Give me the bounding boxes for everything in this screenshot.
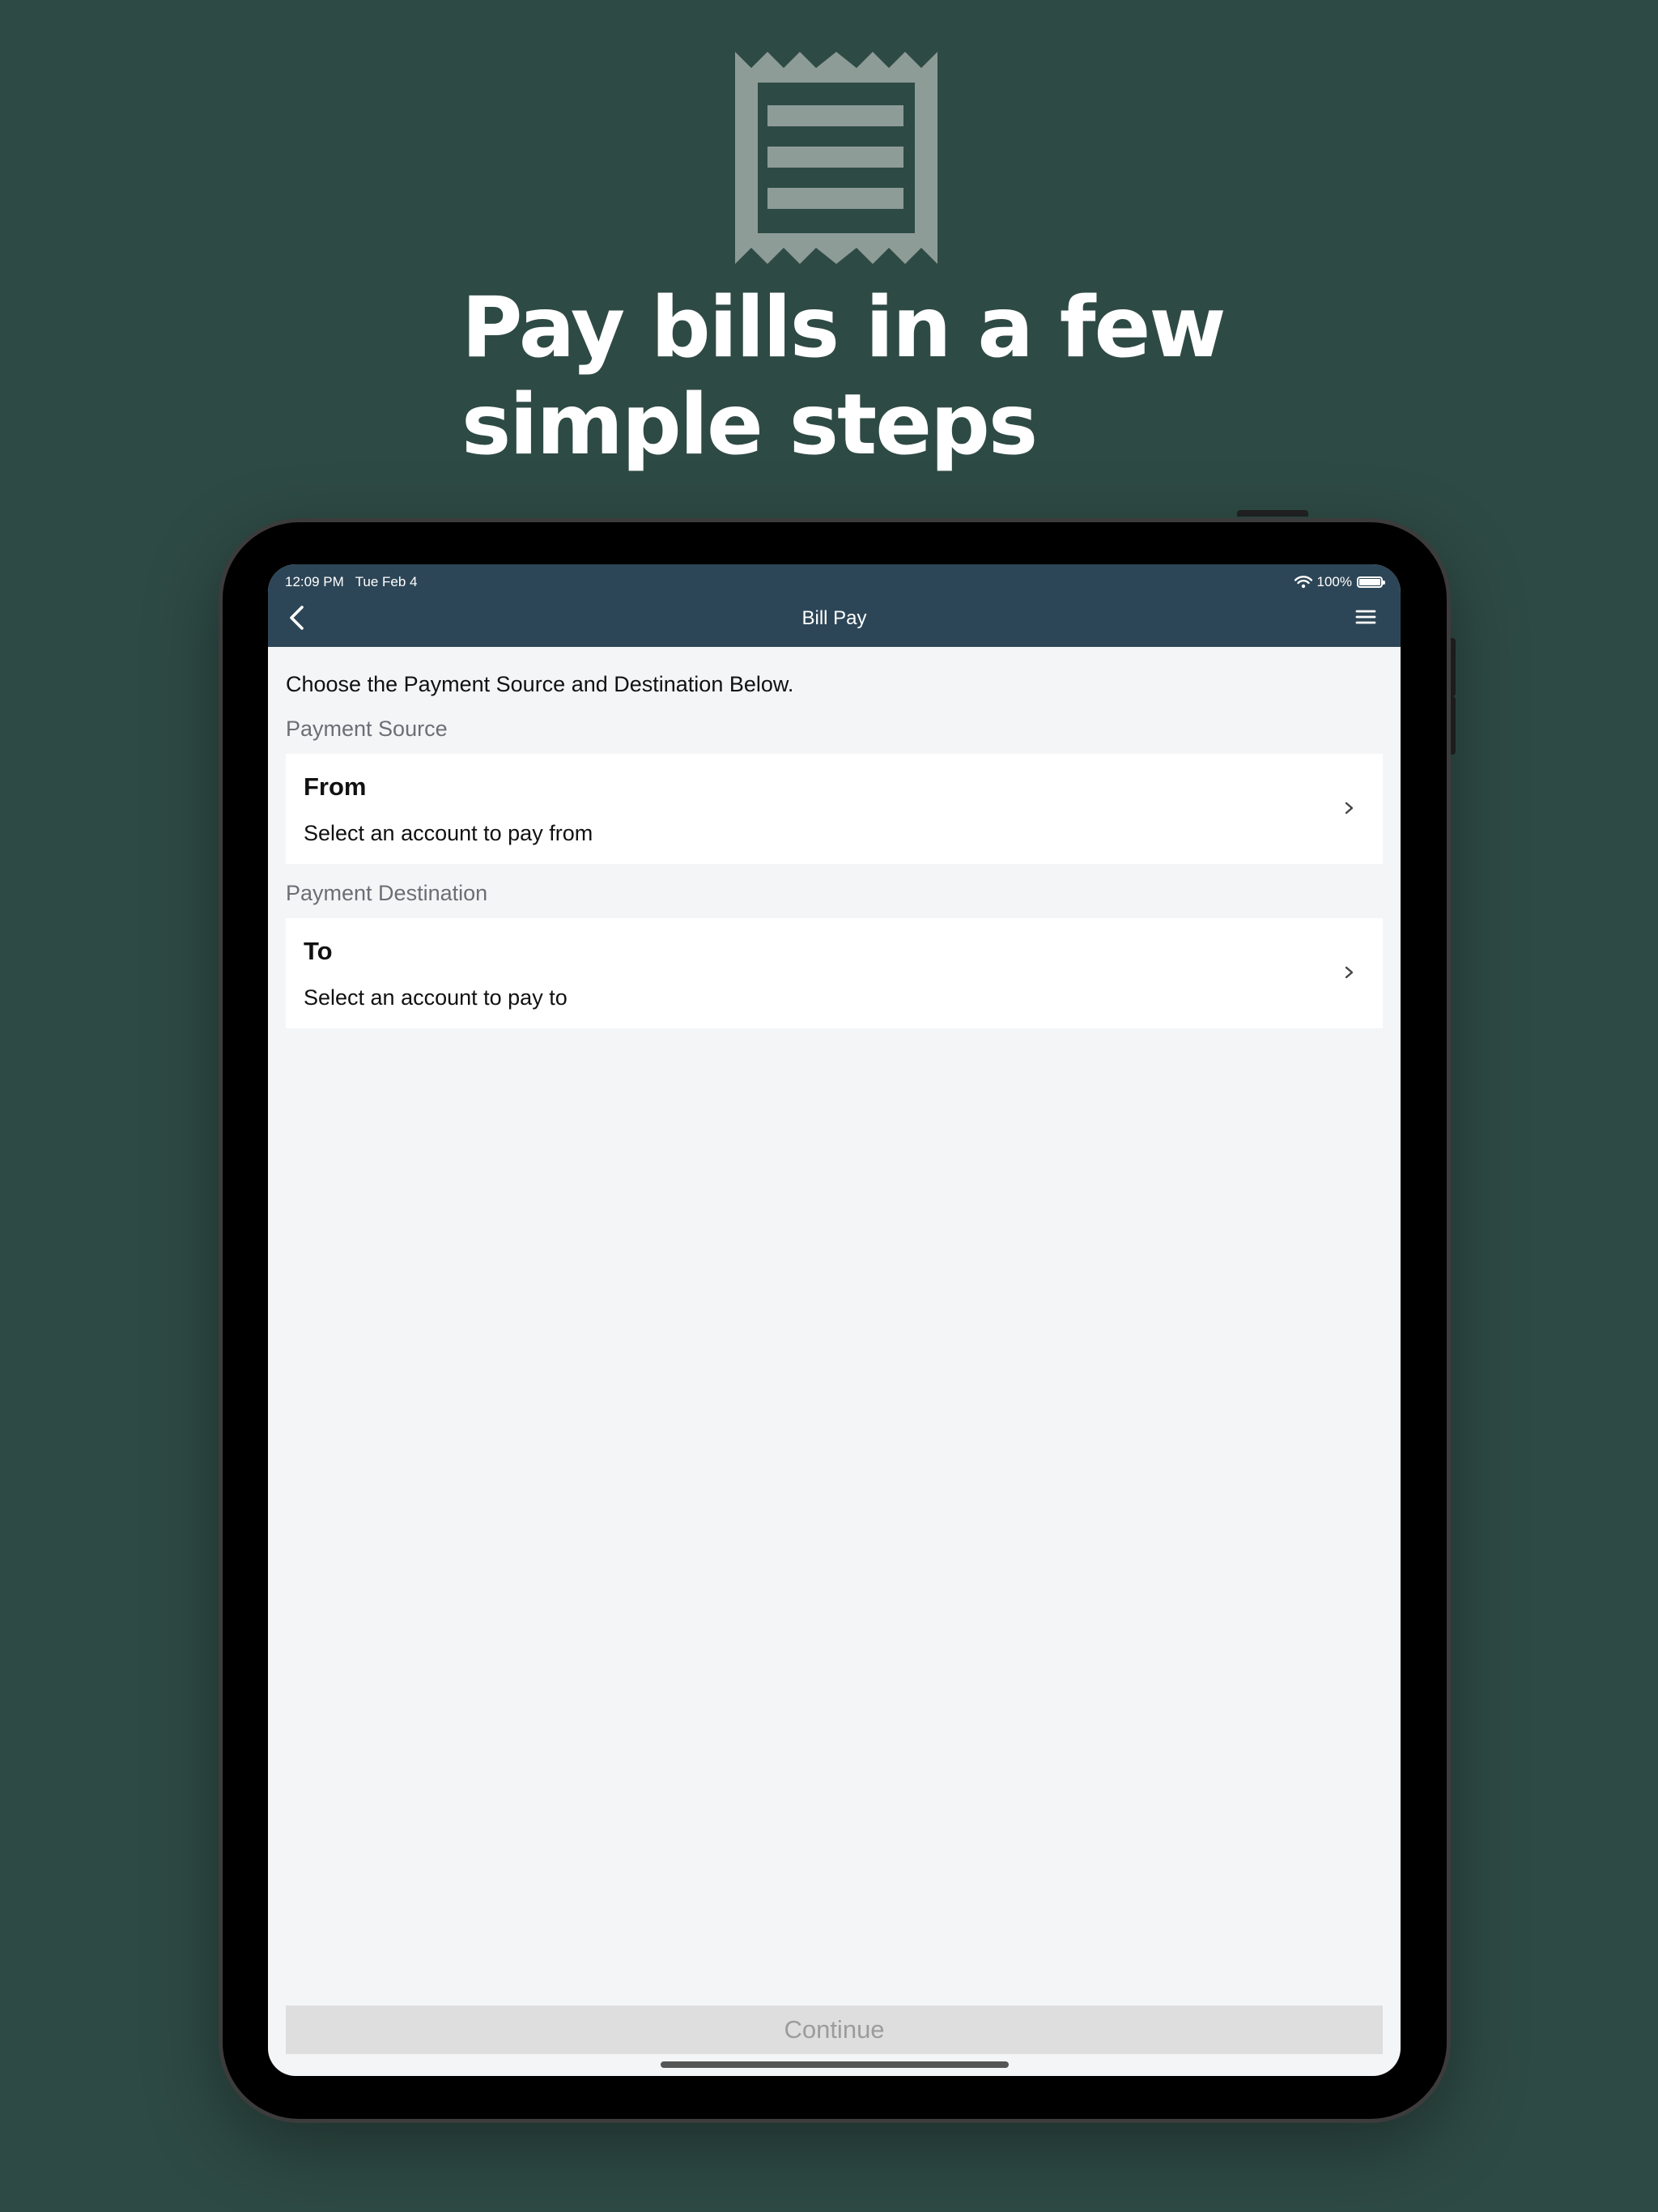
to-title: To — [304, 937, 333, 965]
power-button — [1237, 510, 1308, 517]
from-subtitle: Select an account to pay from — [304, 821, 593, 845]
headline: Pay bills in a few simple steps — [461, 279, 1433, 474]
battery-percentage: 100% — [1316, 574, 1352, 589]
status-indicators: 100% — [1294, 572, 1385, 592]
wifi-icon — [1294, 576, 1312, 589]
from-title: From — [304, 772, 367, 801]
status-time-date: 12:09 PM Tue Feb 4 — [285, 572, 418, 592]
payment-source-selector[interactable]: From Select an account to pay from — [286, 754, 1383, 864]
status-time: 12:09 PM — [285, 574, 344, 589]
hamburger-menu-icon — [1355, 610, 1376, 624]
home-indicator[interactable] — [661, 2061, 1009, 2068]
payment-source-label: Payment Source — [286, 717, 448, 741]
navigation-bar: 12:09 PM Tue Feb 4 100% Bill Pay — [268, 564, 1401, 647]
chevron-right-icon — [1345, 966, 1354, 979]
continue-button[interactable]: Continue — [286, 2006, 1383, 2054]
headline-line-1: Pay bills in a few — [461, 279, 1226, 376]
battery-icon — [1357, 576, 1385, 588]
instructions-text: Choose the Payment Source and Destinatio… — [286, 672, 794, 696]
app-screen: 12:09 PM Tue Feb 4 100% Bill Pay Choose … — [268, 564, 1401, 2076]
receipt-icon — [735, 52, 937, 264]
menu-button[interactable] — [1354, 605, 1378, 629]
payment-destination-label: Payment Destination — [286, 881, 488, 905]
page-title: Bill Pay — [801, 607, 867, 629]
to-subtitle: Select an account to pay to — [304, 985, 568, 1010]
payment-destination-selector[interactable]: To Select an account to pay to — [286, 918, 1383, 1028]
status-date: Tue Feb 4 — [355, 574, 418, 589]
headline-line-2: simple steps — [461, 376, 1038, 474]
chevron-right-icon — [1345, 802, 1354, 815]
